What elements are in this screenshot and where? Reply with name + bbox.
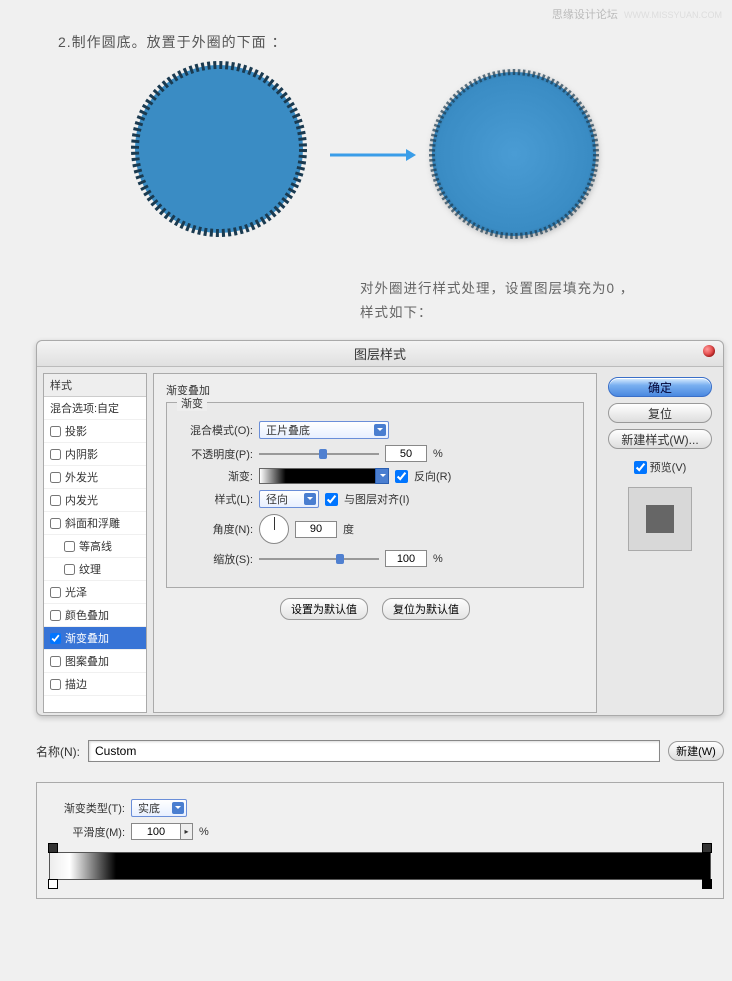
gradient-bar[interactable] <box>49 852 711 880</box>
style-label: 样式(L): <box>181 491 253 507</box>
opacity-slider[interactable] <box>259 453 379 455</box>
reset-button[interactable]: 复位 <box>608 403 712 423</box>
opacity-stop-right[interactable] <box>702 843 712 853</box>
angle-input[interactable] <box>295 521 337 538</box>
checkbox[interactable] <box>50 679 61 690</box>
percent: % <box>199 826 209 838</box>
align-label: 与图层对齐(I) <box>344 491 409 507</box>
description: 对外圈进行样式处理，设置图层填充为0 ， 样式如下： <box>360 277 634 325</box>
chevron-down-icon <box>374 424 386 436</box>
new-button[interactable]: 新建(W) <box>668 741 724 761</box>
desc-line2: 样式如下： <box>360 301 634 325</box>
style-list: 样式 混合选项:自定 投影 内阴影 外发光 内发光 斜面和浮雕 等高线 纹理 光… <box>43 373 147 713</box>
blend-mode-label: 混合模式(O): <box>181 422 253 438</box>
checkbox[interactable] <box>50 472 61 483</box>
checkbox[interactable] <box>50 656 61 667</box>
arrow-icon <box>330 148 416 162</box>
illustration <box>130 60 630 260</box>
style-item-texture[interactable]: 纹理 <box>44 558 146 581</box>
circle-dashed <box>130 60 308 238</box>
scale-label: 缩放(S): <box>181 551 253 567</box>
percent: % <box>433 448 443 460</box>
style-item-pattern-overlay[interactable]: 图案叠加 <box>44 650 146 673</box>
checkbox[interactable] <box>64 541 75 552</box>
right-button-panel: 确定 复位 新建样式(W)... 预览(V) <box>603 373 717 713</box>
blend-options-item[interactable]: 混合选项:自定 <box>44 397 146 420</box>
checkbox[interactable] <box>64 564 75 575</box>
checkbox[interactable] <box>50 587 61 598</box>
circle-styled <box>428 68 600 240</box>
color-stop-left[interactable] <box>48 879 58 891</box>
set-default-button[interactable]: 设置为默认值 <box>280 598 368 620</box>
fieldset-label: 渐变 <box>177 395 207 411</box>
blend-mode-select[interactable]: 正片叠底 <box>259 421 389 439</box>
chevron-down-icon[interactable] <box>375 468 389 484</box>
chevron-down-icon <box>304 493 316 505</box>
style-item-bevel[interactable]: 斜面和浮雕 <box>44 512 146 535</box>
style-item-inner-glow[interactable]: 内发光 <box>44 489 146 512</box>
checkbox[interactable] <box>50 449 61 460</box>
dialog-title-bar[interactable]: 图层样式 <box>37 341 723 367</box>
watermark: 思缘设计论坛 WWW.MISSYUAN.COM <box>552 6 722 22</box>
step-title: 2.制作圆底。放置于外圈的下面 ： <box>58 32 287 52</box>
style-item-inner-shadow[interactable]: 内阴影 <box>44 443 146 466</box>
checkbox[interactable] <box>50 426 61 437</box>
gradient-type-select[interactable]: 实底 <box>131 799 187 817</box>
watermark-url: WWW.MISSYUAN.COM <box>624 10 722 20</box>
section-title: 渐变叠加 <box>166 382 584 398</box>
gradient-editor: 渐变类型(T): 实底 平滑度(M): ▸ % <box>36 782 724 899</box>
gradient-type-label: 渐变类型(T): <box>49 800 125 816</box>
smoothness-input[interactable] <box>131 823 181 840</box>
stepper-icon[interactable]: ▸ <box>181 823 193 840</box>
gradient-label: 渐变: <box>181 468 253 484</box>
name-input[interactable] <box>88 740 660 762</box>
checkbox[interactable] <box>50 633 61 644</box>
preview-label: 预览(V) <box>650 459 687 475</box>
percent: % <box>433 553 443 565</box>
style-item-gradient-overlay[interactable]: 渐变叠加 <box>44 627 146 650</box>
scale-input[interactable] <box>385 550 427 567</box>
checkbox[interactable] <box>50 518 61 529</box>
style-item-contour[interactable]: 等高线 <box>44 535 146 558</box>
checkbox[interactable] <box>50 610 61 621</box>
layer-style-dialog: 图层样式 样式 混合选项:自定 投影 内阴影 外发光 内发光 斜面和浮雕 等高线… <box>36 340 724 716</box>
reset-default-button[interactable]: 复位为默认值 <box>382 598 470 620</box>
style-select[interactable]: 径向 <box>259 490 319 508</box>
smoothness-label: 平滑度(M): <box>49 824 125 840</box>
style-list-header: 样式 <box>44 374 146 397</box>
degree-label: 度 <box>343 521 354 537</box>
style-item-color-overlay[interactable]: 颜色叠加 <box>44 604 146 627</box>
dialog-title: 图层样式 <box>354 347 406 362</box>
name-label: 名称(N): <box>36 743 80 760</box>
style-item-drop-shadow[interactable]: 投影 <box>44 420 146 443</box>
settings-panel: 渐变叠加 渐变 混合模式(O): 正片叠底 不透明度(P): % <box>153 373 597 713</box>
gradient-picker[interactable] <box>259 468 389 484</box>
desc-line1: 对外圈进行样式处理，设置图层填充为0 ， <box>360 277 634 301</box>
opacity-input[interactable] <box>385 445 427 462</box>
preview-swatch <box>628 487 692 551</box>
align-checkbox[interactable] <box>325 493 338 506</box>
scale-slider[interactable] <box>259 558 379 560</box>
style-item-outer-glow[interactable]: 外发光 <box>44 466 146 489</box>
opacity-label: 不透明度(P): <box>181 446 253 462</box>
close-icon[interactable] <box>703 345 715 357</box>
chevron-down-icon <box>172 802 184 814</box>
angle-dial[interactable] <box>259 514 289 544</box>
angle-label: 角度(N): <box>181 521 253 537</box>
reverse-checkbox[interactable] <box>395 470 408 483</box>
preview-checkbox[interactable] <box>634 461 647 474</box>
style-item-satin[interactable]: 光泽 <box>44 581 146 604</box>
gradient-name-row: 名称(N): 新建(W) <box>36 740 724 762</box>
ok-button[interactable]: 确定 <box>608 377 712 397</box>
opacity-stop-left[interactable] <box>48 843 58 853</box>
color-stop-right[interactable] <box>702 879 712 891</box>
style-item-stroke[interactable]: 描边 <box>44 673 146 696</box>
watermark-site: 思缘设计论坛 <box>552 9 618 21</box>
checkbox[interactable] <box>50 495 61 506</box>
reverse-label: 反向(R) <box>414 468 451 484</box>
new-style-button[interactable]: 新建样式(W)... <box>608 429 712 449</box>
gradient-fieldset: 渐变 混合模式(O): 正片叠底 不透明度(P): % <box>166 402 584 588</box>
